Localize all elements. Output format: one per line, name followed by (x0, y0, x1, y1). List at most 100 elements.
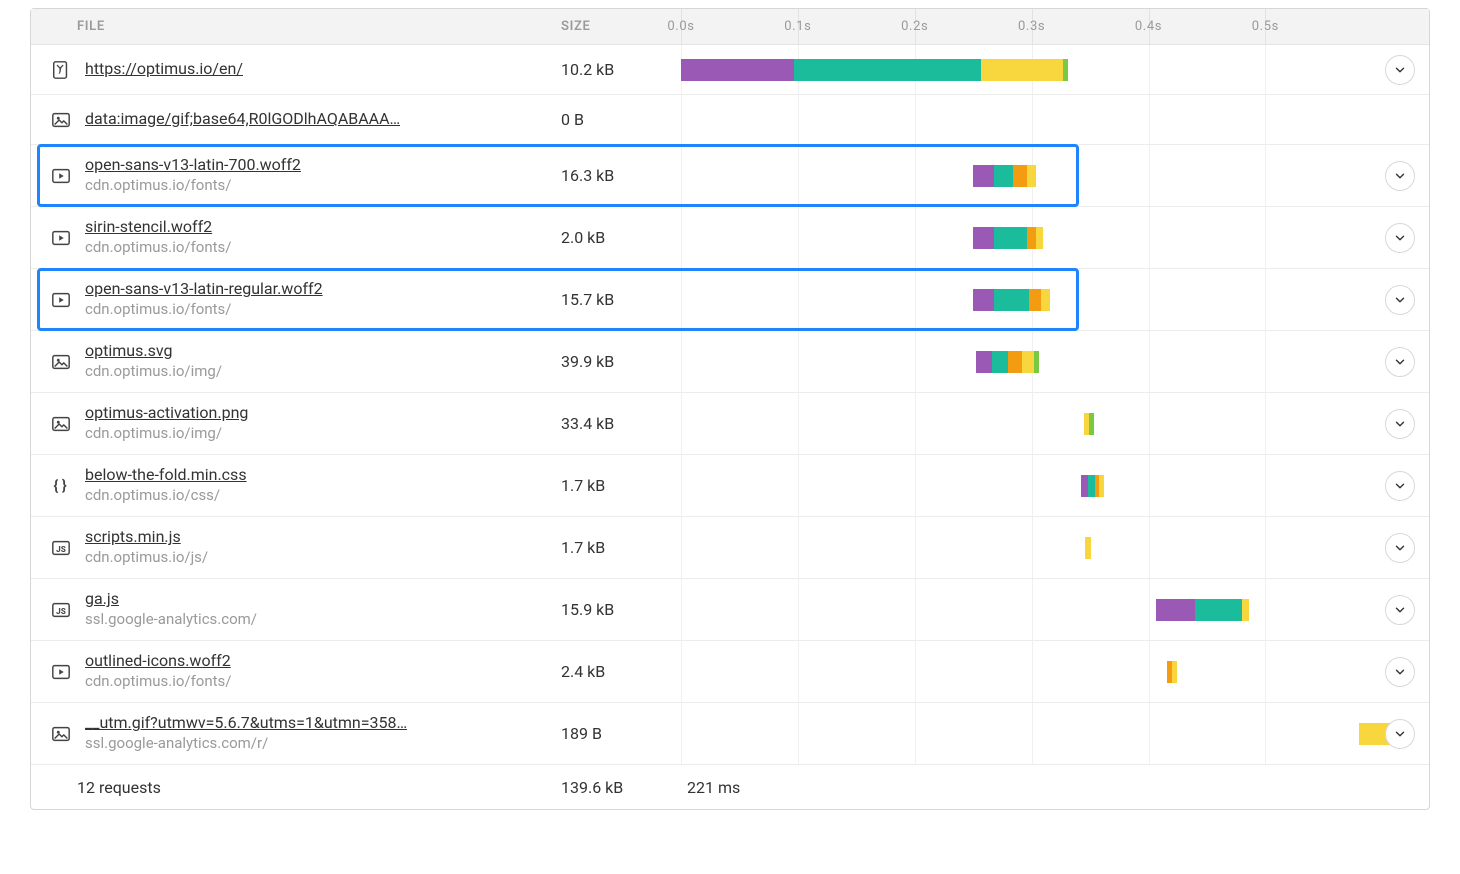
table-row: open-sans-v13-latin-700.woff2cdn.optimus… (31, 145, 1429, 207)
timeline-tick-label: 0.1s (784, 9, 811, 45)
file-source: cdn.optimus.io/fonts/ (85, 300, 323, 320)
bar-segment-teal (994, 165, 1013, 187)
size-cell: 2.4 kB (561, 641, 681, 702)
chevron-down-icon (1393, 293, 1407, 307)
file-link[interactable]: scripts.min.js (85, 527, 208, 548)
file-link[interactable]: ga.js (85, 589, 257, 610)
file-source: ssl.google-analytics.com/ (85, 610, 257, 630)
bar-segment-green (1089, 413, 1094, 435)
file-link[interactable]: optimus-activation.png (85, 403, 248, 424)
expand-button[interactable] (1385, 223, 1415, 253)
file-cell: outlined-icons.woff2cdn.optimus.io/fonts… (31, 641, 561, 702)
summary-row: 12 requests 139.6 kB 221 ms (31, 765, 1429, 809)
file-source: ssl.google-analytics.com/r/ (85, 734, 407, 754)
timeline-header: 0.0s0.1s0.2s0.3s0.4s0.5s (681, 9, 1429, 44)
expand-button[interactable] (1385, 533, 1415, 563)
file-link[interactable]: open-sans-v13-latin-700.woff2 (85, 155, 301, 176)
table-row: ga.jsssl.google-analytics.com/15.9 kB (31, 579, 1429, 641)
size-column-header: SIZE (561, 9, 681, 44)
table-row: outlined-icons.woff2cdn.optimus.io/fonts… (31, 641, 1429, 703)
file-source: cdn.optimus.io/fonts/ (85, 176, 301, 196)
file-link[interactable]: below-the-fold.min.css (85, 465, 247, 486)
bar-segment-purple (1081, 475, 1088, 497)
expand-button[interactable] (1385, 595, 1415, 625)
bar-segment-yellow (1242, 599, 1249, 621)
size-cell: 16.3 kB (561, 145, 681, 206)
request-rows: https://optimus.io/en/10.2 kBdata:image/… (31, 45, 1429, 765)
timeline-tick-label: 0.0s (667, 9, 694, 45)
file-link[interactable]: data:image/gif;base64,R0lGODlhAQABAAA… (85, 109, 400, 130)
chevron-down-icon (1393, 231, 1407, 245)
waterfall-bar (973, 289, 1050, 311)
font-icon (49, 227, 73, 249)
timeline-cell (681, 393, 1429, 454)
js-icon (49, 537, 73, 559)
image-icon (49, 413, 73, 435)
summary-requests: 12 requests (31, 765, 561, 809)
expand-button[interactable] (1385, 409, 1415, 439)
expand-button[interactable] (1385, 719, 1415, 749)
file-cell: sirin-stencil.woff2cdn.optimus.io/fonts/ (31, 207, 561, 268)
file-column-header: FILE (31, 9, 561, 44)
bar-segment-yellow (1027, 165, 1036, 187)
bar-segment-purple (973, 227, 994, 249)
file-link[interactable]: outlined-icons.woff2 (85, 651, 231, 672)
timeline-tick-label: 0.5s (1252, 9, 1279, 45)
font-icon (49, 289, 73, 311)
table-header: FILE SIZE 0.0s0.1s0.2s0.3s0.4s0.5s (31, 9, 1429, 45)
expand-button[interactable] (1385, 471, 1415, 501)
image-icon (49, 109, 73, 131)
summary-size: 139.6 kB (561, 765, 681, 809)
bar-segment-yellow (1172, 661, 1177, 683)
table-row: optimus-activation.pngcdn.optimus.io/img… (31, 393, 1429, 455)
table-row: scripts.min.jscdn.optimus.io/js/1.7 kB (31, 517, 1429, 579)
bar-segment-yellow (1041, 289, 1050, 311)
chevron-down-icon (1393, 63, 1407, 77)
waterfall-bar (973, 227, 1043, 249)
file-source: cdn.optimus.io/img/ (85, 424, 248, 444)
summary-time: 221 ms (681, 765, 1429, 809)
timeline-cell (681, 703, 1429, 764)
waterfall-bar (1156, 599, 1250, 621)
file-cell: https://optimus.io/en/ (31, 45, 561, 94)
bar-segment-yellow (1022, 351, 1034, 373)
file-link[interactable]: sirin-stencil.woff2 (85, 217, 231, 238)
font-icon (49, 165, 73, 187)
bar-segment-purple (976, 351, 992, 373)
chevron-down-icon (1393, 541, 1407, 555)
waterfall-bar (1081, 475, 1104, 497)
file-source: cdn.optimus.io/css/ (85, 486, 247, 506)
table-row: __utm.gif?utmwv=5.6.7&utms=1&utmn=358…ss… (31, 703, 1429, 765)
size-cell: 0 B (561, 95, 681, 144)
file-source: cdn.optimus.io/fonts/ (85, 238, 231, 258)
image-icon (49, 723, 73, 745)
bar-segment-green (1034, 351, 1039, 373)
timeline-cell (681, 95, 1429, 144)
waterfall-bar (681, 59, 1068, 81)
file-cell: ga.jsssl.google-analytics.com/ (31, 579, 561, 640)
image-icon (49, 351, 73, 373)
timeline-tick-label: 0.2s (901, 9, 928, 45)
file-link[interactable]: __utm.gif?utmwv=5.6.7&utms=1&utmn=358… (85, 713, 407, 734)
timeline-cell (681, 331, 1429, 392)
expand-button[interactable] (1385, 285, 1415, 315)
bar-segment-teal (992, 351, 1008, 373)
expand-button[interactable] (1385, 347, 1415, 377)
document-icon (49, 59, 73, 81)
file-link[interactable]: https://optimus.io/en/ (85, 59, 243, 80)
bar-segment-orange (1013, 165, 1027, 187)
waterfall-bar (1167, 661, 1176, 683)
bar-segment-yellow (1099, 475, 1104, 497)
file-source: cdn.optimus.io/fonts/ (85, 672, 231, 692)
expand-button[interactable] (1385, 161, 1415, 191)
file-source: cdn.optimus.io/js/ (85, 548, 208, 568)
expand-button[interactable] (1385, 657, 1415, 687)
waterfall-bar (1085, 537, 1091, 559)
timeline-cell (681, 641, 1429, 702)
chevron-down-icon (1393, 665, 1407, 679)
expand-button[interactable] (1385, 55, 1415, 85)
file-source: cdn.optimus.io/img/ (85, 362, 222, 382)
bar-segment-orange (1008, 351, 1022, 373)
file-link[interactable]: open-sans-v13-latin-regular.woff2 (85, 279, 323, 300)
file-link[interactable]: optimus.svg (85, 341, 222, 362)
